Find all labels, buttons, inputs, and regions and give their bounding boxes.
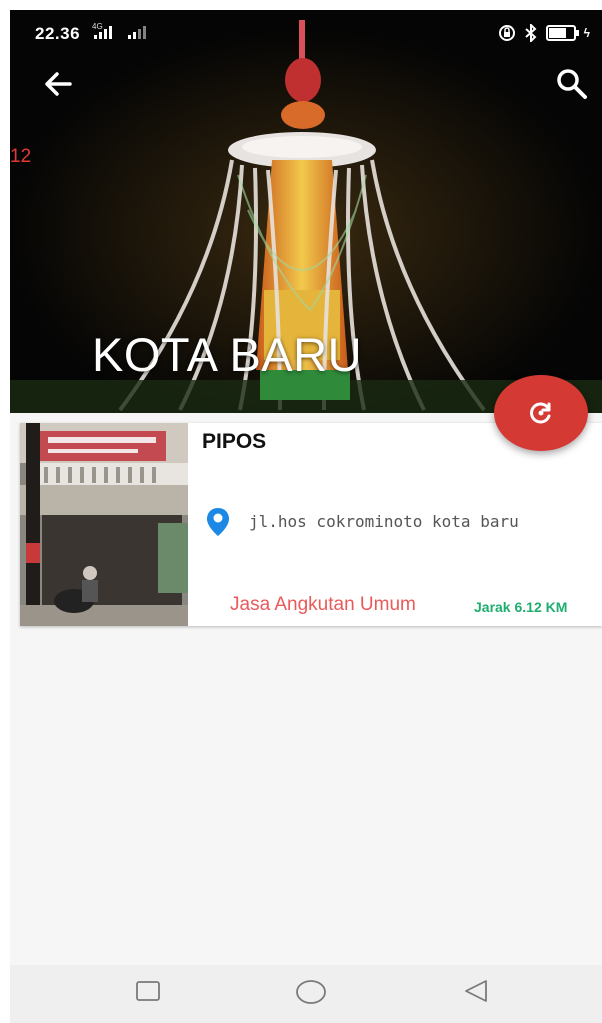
status-bar: 22.36 4G ϟ bbox=[10, 10, 602, 56]
listing-name: PIPOS bbox=[202, 430, 267, 453]
side-counter: 12 bbox=[10, 146, 32, 167]
app-screen: 22.36 4G ϟ 12 KOTA BARU PIPOS jl.hos cok… bbox=[10, 10, 602, 1023]
listing-photo bbox=[20, 423, 188, 626]
search-button[interactable] bbox=[554, 66, 590, 102]
triangle-back-icon bbox=[465, 980, 487, 1002]
arrow-left-icon bbox=[45, 72, 72, 96]
listing-address: jl.hos cokrominoto kota baru bbox=[249, 512, 519, 531]
storefront-image bbox=[20, 423, 188, 626]
status-time: 22.36 bbox=[35, 24, 81, 43]
charging-icon: ϟ bbox=[583, 26, 590, 40]
battery-icon bbox=[545, 25, 579, 41]
refresh-icon bbox=[530, 402, 551, 424]
signal-strength-2-icon bbox=[128, 26, 146, 39]
square-icon bbox=[136, 981, 160, 1001]
home-button[interactable] bbox=[294, 977, 328, 1012]
location-pin-icon bbox=[207, 508, 229, 536]
search-icon bbox=[557, 69, 587, 99]
back-nav-button[interactable] bbox=[462, 977, 490, 1010]
listing-category: Jasa Angkutan Umum bbox=[230, 594, 416, 615]
recent-apps-button[interactable] bbox=[134, 977, 162, 1010]
listing-distance: Jarak 6.12 KM bbox=[474, 599, 568, 615]
lock-rotation-icon bbox=[498, 25, 515, 41]
listing-card[interactable]: PIPOS jl.hos cokrominoto kota baru Jasa … bbox=[20, 423, 602, 626]
bluetooth-icon bbox=[524, 24, 537, 42]
system-nav-bar bbox=[10, 965, 602, 1023]
page-title: KOTA BARU bbox=[92, 328, 363, 381]
signal-strength-icon bbox=[94, 26, 112, 39]
header-banner: 22.36 4G ϟ 12 KOTA BARU bbox=[10, 10, 602, 413]
refresh-fab-button[interactable] bbox=[494, 375, 588, 451]
back-button[interactable] bbox=[40, 68, 76, 100]
circle-icon bbox=[296, 980, 326, 1004]
status-icons: ϟ bbox=[498, 24, 590, 42]
